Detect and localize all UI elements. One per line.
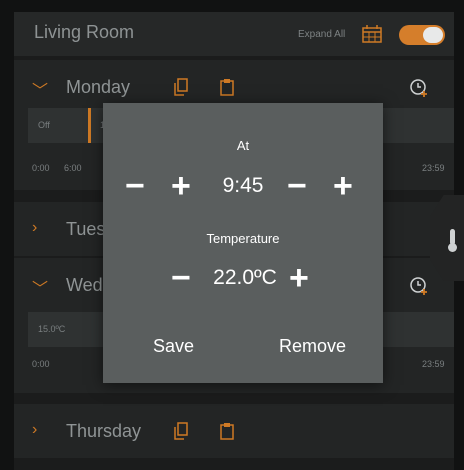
temperature-decrease-button[interactable]: − [171, 261, 191, 295]
edit-time-dialog: At − + 9:45 − + Temperature − 22.0ºC + S… [103, 103, 383, 383]
chevron-right-icon[interactable]: › [32, 421, 37, 439]
hour-decrease-button[interactable]: − [125, 169, 145, 203]
timeline-start: 0:00 [32, 163, 50, 173]
time-value: 9:45 [222, 174, 264, 197]
day-name[interactable]: Monday [66, 77, 130, 98]
copy-icon[interactable] [174, 78, 188, 96]
schedule-toggle[interactable] [399, 25, 445, 45]
temperature-value: 22.0ºC [213, 266, 277, 289]
chevron-right-icon[interactable]: › [32, 219, 37, 237]
timeline-end: 23:59 [422, 359, 445, 369]
remove-button[interactable]: Remove [279, 336, 346, 357]
save-button[interactable]: Save [153, 336, 194, 357]
add-time-icon[interactable] [409, 78, 429, 98]
minute-decrease-button[interactable]: − [287, 169, 307, 203]
timeline-end: 23:59 [422, 163, 445, 173]
segment-label: Off [38, 120, 50, 130]
minute-increase-button[interactable]: + [333, 169, 353, 203]
header-bar: Living Room Expand All [14, 12, 454, 56]
day-name[interactable]: Wed [66, 275, 103, 296]
paste-icon[interactable] [220, 78, 234, 96]
toggle-knob [423, 27, 443, 43]
temperature-label: Temperature [206, 231, 280, 246]
day-name[interactable]: Tues [66, 219, 105, 240]
day-section-thursday: › Thursday [14, 404, 454, 458]
copy-icon[interactable] [174, 422, 188, 440]
chevron-down-icon[interactable]: ﹀ [32, 275, 48, 299]
segment-label: 15.0ºC [38, 324, 66, 334]
temperature-increase-button[interactable]: + [289, 261, 309, 295]
expand-all-button[interactable]: Expand All [298, 29, 345, 40]
hour-increase-button[interactable]: + [171, 169, 191, 203]
timeline-start: 0:00 [32, 359, 50, 369]
timeline-mark: 6:00 [64, 163, 82, 173]
thermometer-icon [448, 229, 457, 252]
paste-icon[interactable] [220, 422, 234, 440]
calendar-icon[interactable] [362, 25, 382, 43]
chevron-down-icon[interactable]: ﹀ [32, 77, 48, 101]
day-name[interactable]: Thursday [66, 421, 141, 442]
at-label: At [236, 138, 250, 153]
segment-marker[interactable] [88, 108, 91, 143]
room-title: Living Room [34, 22, 135, 42]
add-time-icon[interactable] [409, 276, 429, 296]
